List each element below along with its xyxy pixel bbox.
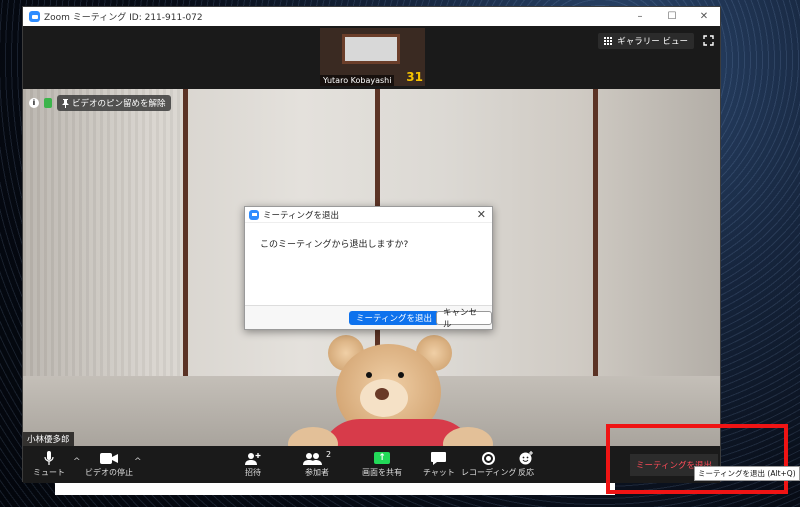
- stop-video-label: ビデオの停止: [85, 468, 133, 477]
- chat-button[interactable]: チャット: [423, 449, 455, 478]
- share-screen-label: 画面を共有: [362, 468, 402, 477]
- thumbnail-strip: 31 Yutaro Kobayashi ギャラリー ビュー: [23, 26, 720, 89]
- minimize-button[interactable]: –: [624, 7, 656, 26]
- gallery-view-button[interactable]: ギャラリー ビュー: [598, 33, 694, 49]
- record-label: レコーディング: [461, 468, 517, 477]
- mute-button[interactable]: ミュート: [33, 449, 65, 478]
- pin-icon: [62, 98, 69, 108]
- unpin-video-label: ビデオのピン留めを解除: [72, 99, 166, 109]
- maximize-button[interactable]: ☐: [656, 7, 688, 26]
- chat-label: チャット: [423, 468, 455, 477]
- thumbnail-video: [342, 34, 400, 64]
- dialog-title-bar: ミーティングを退出: [245, 207, 492, 223]
- participants-button[interactable]: 2 参加者: [303, 449, 331, 478]
- bear-nose: [375, 388, 389, 400]
- video-camera-icon: [100, 449, 118, 467]
- dialog-footer: ミーティングを退出 キャンセル: [245, 305, 492, 330]
- reactions-button[interactable]: 反応: [518, 449, 534, 478]
- zoom-window: Zoom ミーティング ID: 211-911-072 – ☐ ✕ 31 Yut…: [22, 6, 721, 483]
- invite-label: 招待: [245, 468, 261, 477]
- zoom-logo-icon: [249, 209, 259, 220]
- annotation-highlight-box: [606, 424, 788, 494]
- window-title: Zoom ミーティング ID: 211-911-072: [44, 13, 203, 23]
- dialog-close-icon[interactable]: ✕: [477, 208, 486, 221]
- chat-icon: [431, 449, 447, 467]
- video-options-chevron-icon[interactable]: ^: [134, 457, 142, 467]
- participants-count: 2: [326, 449, 332, 459]
- encryption-lock-icon[interactable]: [44, 98, 52, 108]
- audio-options-chevron-icon[interactable]: ^: [73, 457, 81, 467]
- dialog-message: このミーティングから退出しますか?: [260, 240, 409, 250]
- close-window-button[interactable]: ✕: [688, 7, 720, 26]
- fullscreen-icon[interactable]: [703, 35, 714, 46]
- invite-button[interactable]: 招待: [245, 449, 261, 478]
- microphone-icon: [44, 449, 54, 467]
- leave-meeting-button[interactable]: ミーティングを退出: [349, 311, 439, 325]
- add-person-icon: [245, 449, 261, 467]
- mute-label: ミュート: [33, 468, 65, 477]
- grid-icon: [604, 36, 613, 46]
- reactions-label: 反応: [518, 468, 534, 477]
- participants-label: 参加者: [305, 468, 330, 477]
- participant-thumbnail[interactable]: 31 Yutaro Kobayashi: [320, 28, 425, 86]
- video-info-bar: i ビデオのピン留めを解除: [29, 95, 171, 111]
- record-button[interactable]: レコーディング: [461, 449, 516, 478]
- bear-eye: [366, 372, 372, 378]
- participants-icon: 2: [303, 449, 331, 467]
- window-controls: – ☐ ✕: [624, 7, 720, 26]
- leave-meeting-dialog: ミーティングを退出 ✕ このミーティングから退出しますか? ミーティングを退出 …: [244, 206, 493, 330]
- record-icon: [482, 451, 496, 465]
- info-icon[interactable]: i: [29, 98, 39, 108]
- background-window-edge: [55, 483, 615, 495]
- smiley-icon: [519, 449, 534, 467]
- zoom-logo-icon: [29, 11, 40, 22]
- thumbnail-number: 31: [406, 70, 423, 84]
- bear-eye: [398, 372, 404, 378]
- cancel-button[interactable]: キャンセル: [436, 308, 492, 330]
- participant-name-label: 小林優多郎: [23, 432, 74, 446]
- title-bar: Zoom ミーティング ID: 211-911-072 – ☐ ✕: [23, 7, 720, 26]
- gallery-view-label: ギャラリー ビュー: [617, 37, 688, 47]
- thumbnail-name: Yutaro Kobayashi: [320, 75, 395, 86]
- unpin-video-button[interactable]: ビデオのピン留めを解除: [57, 95, 171, 111]
- share-screen-icon: ↑: [374, 452, 390, 464]
- leave-meeting-tooltip: ミーティングを退出 (Alt+Q): [694, 466, 800, 481]
- share-screen-button[interactable]: ↑ 画面を共有: [362, 449, 402, 478]
- dialog-title: ミーティングを退出: [263, 210, 339, 221]
- stop-video-button[interactable]: ビデオの停止: [85, 449, 133, 478]
